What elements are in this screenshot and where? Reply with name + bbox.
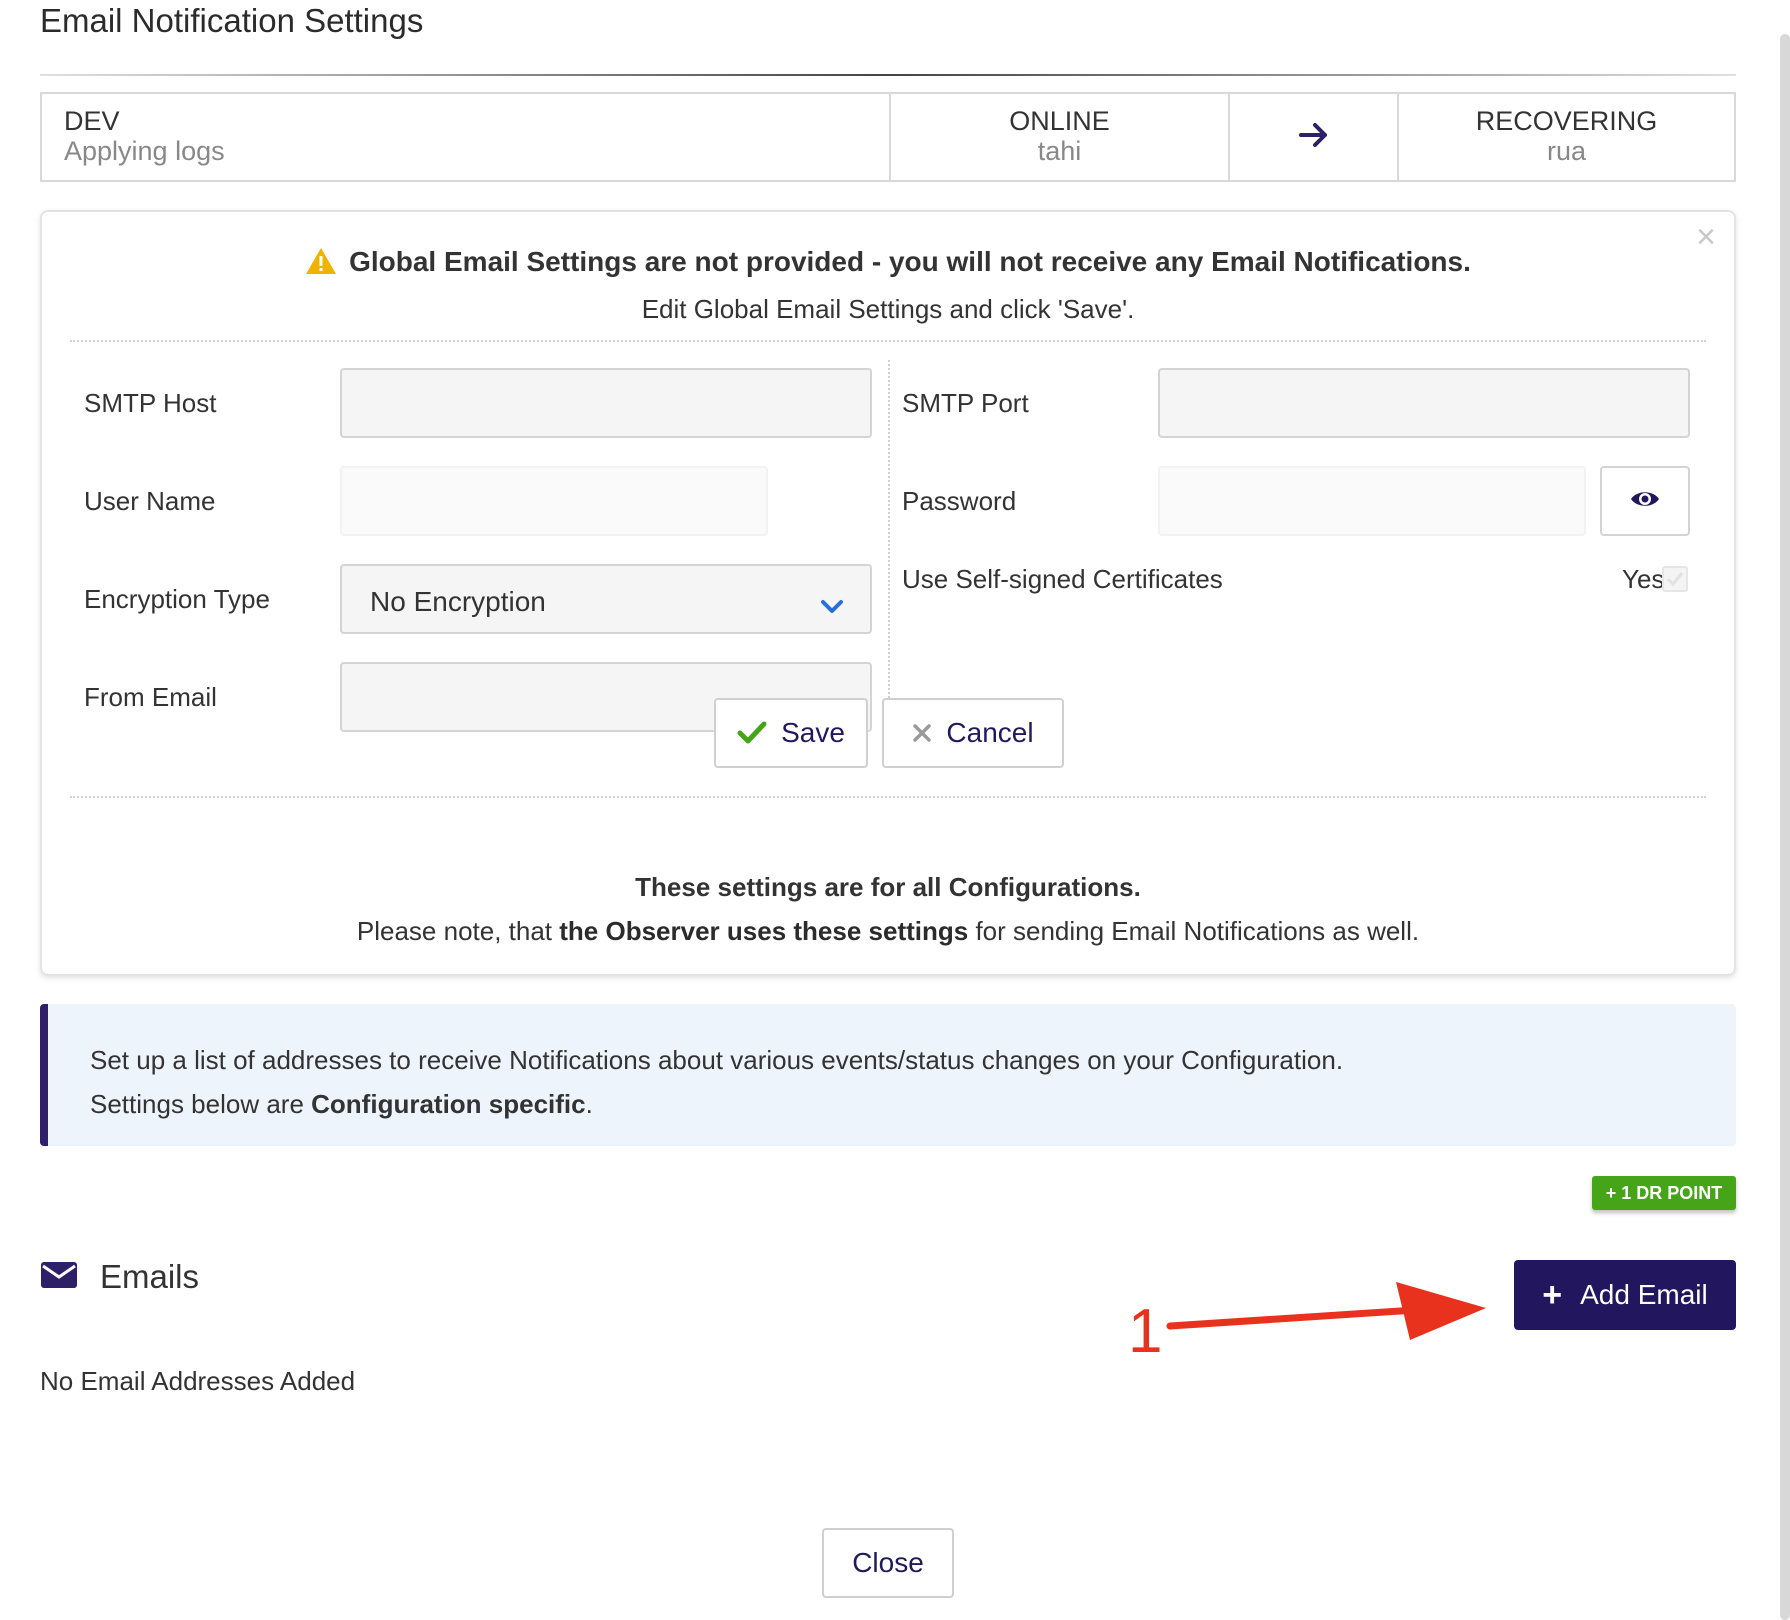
cancel-button-label: Cancel	[946, 717, 1034, 748]
smtp-host-label: SMTP Host	[84, 388, 217, 418]
warning-subtitle: Edit Global Email Settings and click 'Sa…	[641, 294, 1135, 324]
empty-emails-message: No Email Addresses Added	[40, 1366, 356, 1396]
online-label: ONLINE	[1009, 106, 1110, 136]
observer-note: Please note, that the Observer uses thes…	[42, 916, 1734, 947]
save-button[interactable]: Save	[714, 698, 868, 768]
page-title: Email Notification Settings	[40, 2, 424, 39]
encryption-type-label: Encryption Type	[84, 584, 270, 614]
show-password-button[interactable]	[1600, 466, 1690, 536]
checkmark-icon	[737, 721, 767, 745]
cancel-button[interactable]: Cancel	[882, 698, 1064, 768]
online-node: ONLINE tahi	[891, 94, 1230, 180]
dr-point-badge: + 1 DR POINT	[1592, 1176, 1736, 1210]
user-name-input[interactable]	[340, 466, 768, 536]
divider	[70, 796, 1706, 798]
info-line: Set up a list of addresses to receive No…	[90, 1045, 1344, 1075]
password-input[interactable]	[1158, 466, 1586, 536]
warning-icon	[305, 247, 337, 282]
source-state: Applying logs	[64, 136, 225, 166]
emails-title: Emails	[100, 1258, 200, 1295]
info-line: Settings below are Configuration specifi…	[90, 1082, 1694, 1126]
source-name: DEV	[64, 106, 120, 136]
online-host: tahi	[1037, 136, 1082, 166]
self-signed-label: Use Self-signed Certificates	[902, 564, 1223, 594]
add-email-button[interactable]: + Add Email	[1514, 1260, 1736, 1330]
self-signed-checkbox[interactable]	[1662, 566, 1688, 592]
from-email-label: From Email	[84, 682, 217, 712]
emails-header: Emails	[40, 1258, 199, 1296]
scrollbar[interactable]	[1780, 34, 1790, 1620]
user-name-label: User Name	[84, 486, 216, 516]
direction-cell	[1230, 94, 1399, 180]
close-icon	[912, 723, 932, 743]
close-button[interactable]: Close	[822, 1528, 954, 1598]
info-text: Settings below are	[90, 1089, 312, 1119]
arrow-right-icon	[1298, 121, 1330, 154]
configuration-status-bar: DEV Applying logs ONLINE tahi RECOVERING…	[40, 92, 1736, 182]
settings-scope-note: These settings are for all Configuration…	[635, 872, 1141, 902]
recovering-host: rua	[1546, 136, 1587, 166]
info-emphasis: Configuration specific	[311, 1089, 586, 1119]
save-button-label: Save	[781, 717, 845, 748]
chevron-down-icon	[820, 590, 844, 622]
eye-icon	[1629, 488, 1661, 515]
source-status: DEV Applying logs	[42, 94, 891, 180]
smtp-port-input[interactable]	[1158, 368, 1690, 438]
encryption-type-select[interactable]: No Encryption	[340, 564, 872, 634]
encryption-type-value: No Encryption	[370, 586, 546, 617]
info-text: .	[585, 1089, 593, 1119]
add-email-label: Add Email	[1580, 1279, 1708, 1310]
global-email-settings-panel: × Global Email Settings are not provided…	[40, 210, 1736, 976]
envelope-icon	[40, 1261, 78, 1294]
configuration-info-box: Set up a list of addresses to receive No…	[40, 1004, 1736, 1146]
recovering-label: RECOVERING	[1475, 106, 1658, 136]
observer-note-text: Please note, that	[356, 916, 560, 946]
divider	[70, 340, 1706, 342]
warning-title: Global Email Settings are not provided -…	[349, 246, 1471, 277]
title-divider	[40, 74, 1736, 76]
observer-note-text: for sending Email Notifications as well.	[968, 916, 1420, 946]
self-signed-yes-label: Yes	[1622, 564, 1665, 594]
recovering-node: RECOVERING rua	[1399, 94, 1734, 180]
smtp-host-input[interactable]	[340, 368, 872, 438]
annotation-number: 1	[1128, 1297, 1163, 1366]
observer-note-emphasis: the Observer uses these settings	[559, 916, 969, 946]
checkmark-icon	[1666, 572, 1684, 587]
password-label: Password	[902, 486, 1017, 516]
annotation-arrow-icon	[1166, 1282, 1486, 1340]
plus-icon: +	[1542, 1276, 1563, 1314]
warning-message: Global Email Settings are not provided -…	[42, 246, 1734, 282]
smtp-port-label: SMTP Port	[902, 388, 1029, 418]
